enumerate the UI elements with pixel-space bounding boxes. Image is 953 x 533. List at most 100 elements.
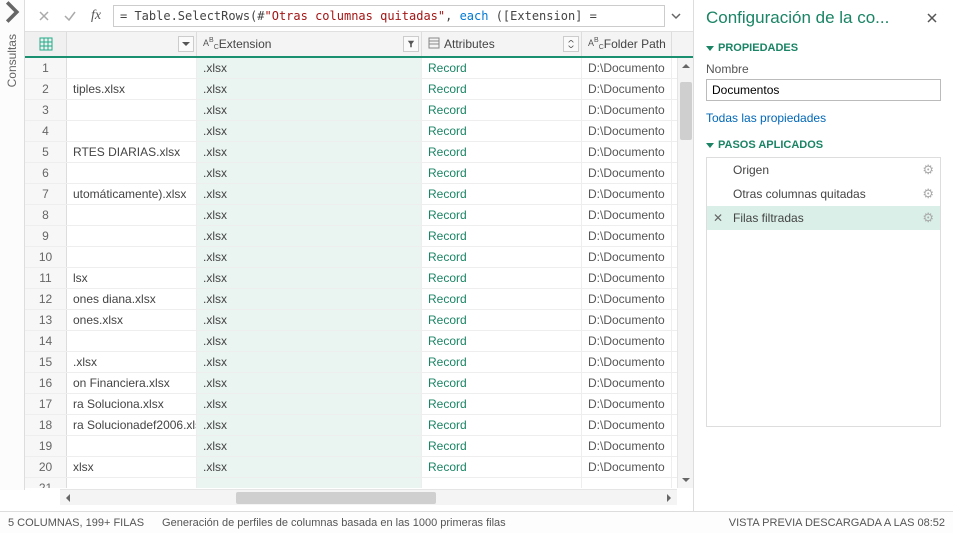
row-number[interactable]: 10 xyxy=(25,247,67,267)
cell-attributes[interactable]: Record xyxy=(422,289,582,309)
cell-name[interactable]: ra Solucionadef2006.xlsx xyxy=(67,415,197,435)
cell-folder-path[interactable]: D:\Documento xyxy=(582,268,672,288)
cell-name[interactable]: lsx xyxy=(67,268,197,288)
cell-name[interactable] xyxy=(67,436,197,456)
cell-extension[interactable]: .xlsx xyxy=(197,163,422,183)
query-name-input[interactable] xyxy=(706,79,941,101)
cell-extension[interactable]: .xlsx xyxy=(197,226,422,246)
row-number[interactable]: 18 xyxy=(25,415,67,435)
table-row[interactable]: 15.xlsx.xlsxRecordD:\Documento xyxy=(25,352,693,373)
cell-attributes[interactable]: Record xyxy=(422,205,582,225)
cell-extension[interactable]: .xlsx xyxy=(197,184,422,204)
formula-commit-button[interactable] xyxy=(57,5,83,27)
row-number[interactable]: 15 xyxy=(25,352,67,372)
cell-folder-path[interactable]: D:\Documento xyxy=(582,100,672,120)
cell-name[interactable] xyxy=(67,163,197,183)
scroll-up-button[interactable] xyxy=(678,58,693,74)
applied-step[interactable]: ✕Filas filtradas⚙ xyxy=(707,206,940,230)
cell-name[interactable]: .xlsx xyxy=(67,352,197,372)
row-number[interactable]: 17 xyxy=(25,394,67,414)
cell-attributes[interactable]: Record xyxy=(422,79,582,99)
row-number[interactable]: 19 xyxy=(25,436,67,456)
cell-folder-path[interactable] xyxy=(582,478,672,488)
gear-icon[interactable]: ⚙ xyxy=(922,210,934,226)
gear-icon[interactable]: ⚙ xyxy=(922,162,934,178)
cell-folder-path[interactable]: D:\Documento xyxy=(582,163,672,183)
cell-extension[interactable]: .xlsx xyxy=(197,436,422,456)
scroll-thumb[interactable] xyxy=(680,82,692,140)
table-row[interactable]: 9.xlsxRecordD:\Documento xyxy=(25,226,693,247)
cell-attributes[interactable]: Record xyxy=(422,352,582,372)
row-number[interactable]: 12 xyxy=(25,289,67,309)
table-row[interactable]: 2tiples.xlsx.xlsxRecordD:\Documento xyxy=(25,79,693,100)
cell-attributes[interactable]: Record xyxy=(422,415,582,435)
row-number[interactable]: 9 xyxy=(25,226,67,246)
grid-vertical-scrollbar[interactable] xyxy=(677,58,693,488)
table-row[interactable]: 5RTES DIARIAS.xlsx.xlsxRecordD:\Document… xyxy=(25,142,693,163)
column-header-folder-path[interactable]: ABC Folder Path xyxy=(582,32,672,56)
cell-attributes[interactable]: Record xyxy=(422,226,582,246)
cell-extension[interactable]: .xlsx xyxy=(197,100,422,120)
cell-folder-path[interactable]: D:\Documento xyxy=(582,373,672,393)
cell-folder-path[interactable]: D:\Documento xyxy=(582,436,672,456)
cell-folder-path[interactable]: D:\Documento xyxy=(582,394,672,414)
applied-steps-header[interactable]: PASOS APLICADOS xyxy=(706,139,941,151)
cell-folder-path[interactable]: D:\Documento xyxy=(582,142,672,162)
cell-extension[interactable]: .xlsx xyxy=(197,373,422,393)
cell-name[interactable] xyxy=(67,205,197,225)
cell-attributes[interactable]: Record xyxy=(422,268,582,288)
properties-header[interactable]: PROPIEDADES xyxy=(706,42,941,54)
cell-folder-path[interactable]: D:\Documento xyxy=(582,352,672,372)
column-menu-name[interactable] xyxy=(178,36,194,52)
applied-step[interactable]: ✕Origen⚙ xyxy=(707,158,940,182)
cell-name[interactable] xyxy=(67,331,197,351)
select-all-cell[interactable] xyxy=(25,32,67,56)
cell-folder-path[interactable]: D:\Documento xyxy=(582,205,672,225)
table-row[interactable]: 14.xlsxRecordD:\Documento xyxy=(25,331,693,352)
cell-extension[interactable] xyxy=(197,478,422,488)
cell-extension[interactable]: .xlsx xyxy=(197,121,422,141)
formula-fx-button[interactable]: fx xyxy=(83,5,109,27)
cell-name[interactable]: RTES DIARIAS.xlsx xyxy=(67,142,197,162)
formula-expand-button[interactable] xyxy=(665,11,687,21)
gear-icon[interactable]: ⚙ xyxy=(922,186,934,202)
cell-extension[interactable]: .xlsx xyxy=(197,289,422,309)
cell-attributes[interactable]: Record xyxy=(422,58,582,78)
table-row[interactable]: 4.xlsxRecordD:\Documento xyxy=(25,121,693,142)
row-number[interactable]: 3 xyxy=(25,100,67,120)
cell-name[interactable]: tiples.xlsx xyxy=(67,79,197,99)
cell-attributes[interactable]: Record xyxy=(422,457,582,477)
cell-attributes[interactable]: Record xyxy=(422,436,582,456)
cell-extension[interactable]: .xlsx xyxy=(197,247,422,267)
cell-name[interactable]: on Financiera.xlsx xyxy=(67,373,197,393)
cell-extension[interactable]: .xlsx xyxy=(197,142,422,162)
row-number[interactable]: 5 xyxy=(25,142,67,162)
table-row[interactable]: 8.xlsxRecordD:\Documento xyxy=(25,205,693,226)
table-row[interactable]: 6.xlsxRecordD:\Documento xyxy=(25,163,693,184)
cell-extension[interactable]: .xlsx xyxy=(197,268,422,288)
column-header-name[interactable] xyxy=(67,32,197,56)
scroll-thumb-h[interactable] xyxy=(236,492,436,504)
column-filter-extension[interactable] xyxy=(403,36,419,52)
cell-name[interactable] xyxy=(67,121,197,141)
row-number[interactable]: 16 xyxy=(25,373,67,393)
row-number[interactable]: 6 xyxy=(25,163,67,183)
cell-attributes[interactable]: Record xyxy=(422,142,582,162)
cell-attributes[interactable]: Record xyxy=(422,100,582,120)
table-row[interactable]: 20xlsx.xlsxRecordD:\Documento xyxy=(25,457,693,478)
column-header-extension[interactable]: ABC Extension xyxy=(197,32,422,56)
cell-folder-path[interactable]: D:\Documento xyxy=(582,121,672,141)
row-number[interactable]: 11 xyxy=(25,268,67,288)
table-row[interactable]: 1.xlsxRecordD:\Documento xyxy=(25,58,693,79)
cell-attributes[interactable]: Record xyxy=(422,184,582,204)
cell-folder-path[interactable]: D:\Documento xyxy=(582,289,672,309)
table-row[interactable]: 21 xyxy=(25,478,693,488)
cell-attributes[interactable]: Record xyxy=(422,310,582,330)
scroll-right-button[interactable] xyxy=(661,490,677,506)
cell-name[interactable] xyxy=(67,478,197,488)
cell-extension[interactable]: .xlsx xyxy=(197,394,422,414)
cell-attributes[interactable]: Record xyxy=(422,121,582,141)
cell-extension[interactable]: .xlsx xyxy=(197,331,422,351)
scroll-down-button[interactable] xyxy=(678,472,693,488)
cell-folder-path[interactable]: D:\Documento xyxy=(582,415,672,435)
